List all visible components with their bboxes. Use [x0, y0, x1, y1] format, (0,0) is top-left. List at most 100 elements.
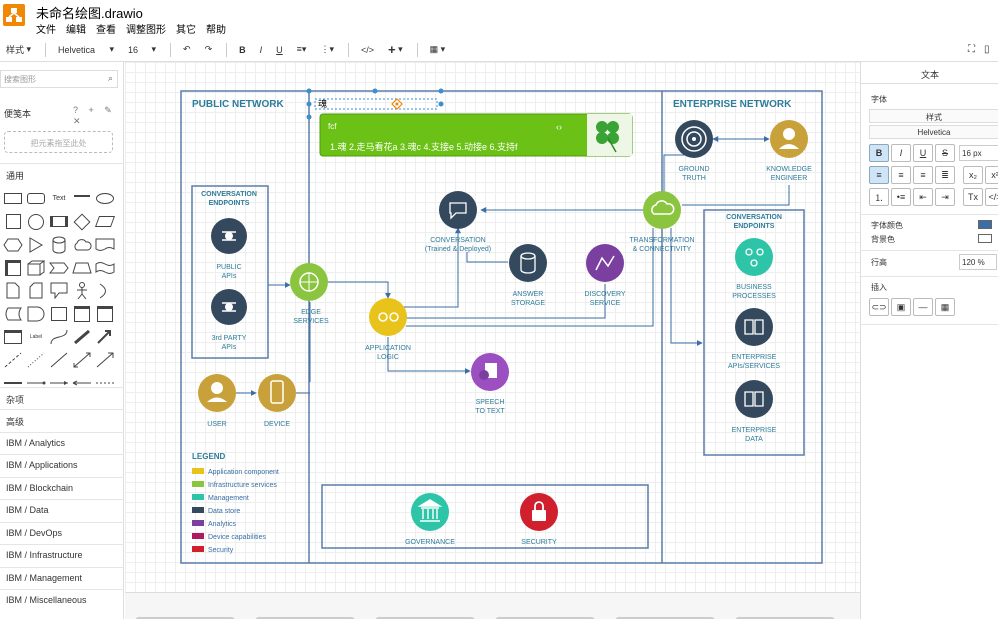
insert-table-icon[interactable]: ▦ — [935, 298, 955, 316]
transformation-icon[interactable] — [643, 191, 681, 229]
fullscreen-icon[interactable]: ⛶ — [968, 44, 975, 55]
tab-text[interactable]: 文本 — [861, 62, 998, 84]
enterprise-apis-icon[interactable] — [735, 308, 773, 346]
insert-link-icon[interactable]: ⊂⊃ — [869, 298, 889, 316]
italic-toggle[interactable]: I — [891, 144, 911, 162]
connector-applogic-discovery[interactable] — [406, 284, 606, 319]
third-party-apis-icon[interactable] — [211, 289, 247, 325]
selected-text-box[interactable] — [314, 98, 438, 110]
enterprise-network-title[interactable]: ENTERPRISE NETWORK — [673, 99, 792, 110]
indent-icon[interactable]: ⇥ — [935, 188, 955, 206]
conversation-icon[interactable] — [439, 191, 477, 229]
shape-textbox[interactable] — [71, 187, 93, 210]
public-network-title[interactable]: PUBLIC NETWORK — [192, 99, 284, 110]
font-size-input[interactable]: 16 px — [959, 145, 998, 161]
connector-transformation-groundtruth[interactable] — [663, 154, 689, 192]
enterprise-data-icon[interactable] — [735, 380, 773, 418]
section-ibm-infrastructure[interactable]: IBM / Infrastructure — [0, 544, 124, 566]
font-size-dropdown[interactable]: 16 ▾ — [128, 44, 156, 55]
insert-hr-icon[interactable]: — — [913, 298, 933, 316]
section-advanced[interactable]: 高级 — [0, 409, 124, 431]
knowledge-engineer-icon[interactable] — [770, 120, 808, 158]
section-ibm-data[interactable]: IBM / Data — [0, 499, 124, 521]
numbered-list-icon[interactable]: ⒈ — [869, 188, 889, 206]
shape-step[interactable] — [48, 256, 70, 279]
scratchpad-title[interactable]: 便笺本 — [4, 107, 31, 120]
outer-frame[interactable] — [180, 90, 823, 564]
scratchpad-tools[interactable]: ? + ✎ ✕ — [73, 105, 123, 127]
ticker-widget[interactable]: fcf ‹› 1.魂 2.走马看花a 3.魂c 4.支接e 5.动接e 6.支持… — [319, 113, 633, 157]
shape-bidirectional-arrow[interactable] — [71, 325, 93, 348]
insert-button[interactable]: + ▾ — [388, 42, 403, 57]
shape-card[interactable] — [25, 279, 47, 302]
connector-conversation-storage[interactable] — [466, 252, 508, 263]
shape-search-input[interactable]: 搜索图形 — [0, 70, 118, 88]
section-ibm-blockchain[interactable]: IBM / Blockchain — [0, 477, 124, 499]
align-center-icon[interactable]: ≡ — [891, 166, 911, 184]
shape-rectangle[interactable] — [2, 187, 24, 210]
selected-text[interactable]: 魂 — [318, 98, 327, 109]
shape-cylinder[interactable] — [48, 233, 70, 256]
shape-document[interactable] — [94, 233, 116, 256]
shape-directional-connector[interactable] — [94, 348, 116, 371]
background-color-swatch[interactable] — [978, 234, 992, 243]
outdent-icon[interactable]: ⇤ — [913, 188, 933, 206]
strikethrough-toggle[interactable]: S — [935, 144, 955, 162]
font-color-swatch[interactable] — [978, 220, 992, 229]
device-icon[interactable] — [258, 374, 296, 412]
shape-bidir-connector[interactable] — [71, 348, 93, 371]
undo-icon[interactable]: ↶ — [183, 44, 191, 55]
align-icon[interactable]: ≡▾ — [297, 44, 307, 55]
shape-process[interactable] — [48, 210, 70, 233]
shape-label[interactable]: Label — [25, 325, 47, 348]
shape-rounded-rectangle[interactable] — [25, 187, 47, 210]
shape-delay[interactable] — [25, 302, 47, 325]
connector-transformation-engineer[interactable] — [682, 185, 790, 206]
clear-format-icon[interactable]: Tx — [963, 188, 983, 206]
underline-toggle[interactable]: U — [913, 144, 933, 162]
menu-view[interactable]: 查看 — [96, 21, 116, 36]
discovery-service-icon[interactable] — [586, 244, 624, 282]
table-icon[interactable]: ▦ ▾ — [430, 44, 446, 55]
menu-edit[interactable]: 编辑 — [66, 21, 86, 36]
document-title[interactable]: 未命名绘图.drawio — [36, 3, 143, 22]
shape-trapezoid[interactable] — [71, 256, 93, 279]
align-justify-icon[interactable]: ≣ — [935, 166, 955, 184]
section-general[interactable]: 通用 — [0, 163, 124, 185]
superscript-icon[interactable]: x² — [985, 166, 998, 184]
section-misc[interactable]: 杂项 — [0, 387, 124, 409]
italic-button[interactable]: I — [260, 45, 263, 55]
move-handle-icon[interactable] — [391, 98, 403, 110]
align-left-icon[interactable]: ≡ — [869, 166, 889, 184]
vertical-align-icon[interactable]: ⋮▾ — [320, 44, 334, 55]
answer-storage-icon[interactable] — [509, 244, 547, 282]
shape-text[interactable]: Text — [48, 187, 70, 210]
edge-services-icon[interactable] — [290, 263, 328, 301]
shape-tape[interactable] — [94, 256, 116, 279]
section-ibm-management[interactable]: IBM / Management — [0, 567, 124, 589]
bold-toggle[interactable]: B — [869, 144, 889, 162]
menu-file[interactable]: 文件 — [36, 21, 56, 36]
shape-container[interactable] — [71, 302, 93, 325]
ticker-nav-icon[interactable]: ‹› — [556, 122, 562, 132]
subscript-icon[interactable]: x₂ — [963, 166, 983, 184]
user-icon[interactable] — [198, 374, 236, 412]
line-height-input[interactable]: 120 % — [959, 254, 997, 270]
ground-truth-icon[interactable] — [675, 120, 713, 158]
connector-edge-applogic[interactable] — [328, 281, 391, 299]
shape-hexagon[interactable] — [2, 233, 24, 256]
shape-line[interactable] — [48, 348, 70, 371]
governance-security-box[interactable] — [321, 484, 649, 549]
speech-to-text-icon[interactable] — [471, 353, 509, 391]
scratchpad-drop-area[interactable]: 把元素拖至此处 — [4, 131, 113, 153]
bullet-list-icon[interactable]: •≡ — [891, 188, 911, 206]
shape-ellipse[interactable] — [94, 187, 116, 210]
shape-or[interactable] — [94, 279, 116, 302]
font-family-dropdown[interactable]: Helvetica ▾ — [58, 44, 114, 55]
shape-callout[interactable] — [48, 279, 70, 302]
shape-triangle[interactable] — [25, 233, 47, 256]
menu-extras[interactable]: 其它 — [176, 21, 196, 36]
shape-manual-input[interactable] — [48, 302, 70, 325]
style-select[interactable]: 样式 — [869, 109, 998, 123]
connector-applogic-speech[interactable] — [387, 337, 471, 374]
